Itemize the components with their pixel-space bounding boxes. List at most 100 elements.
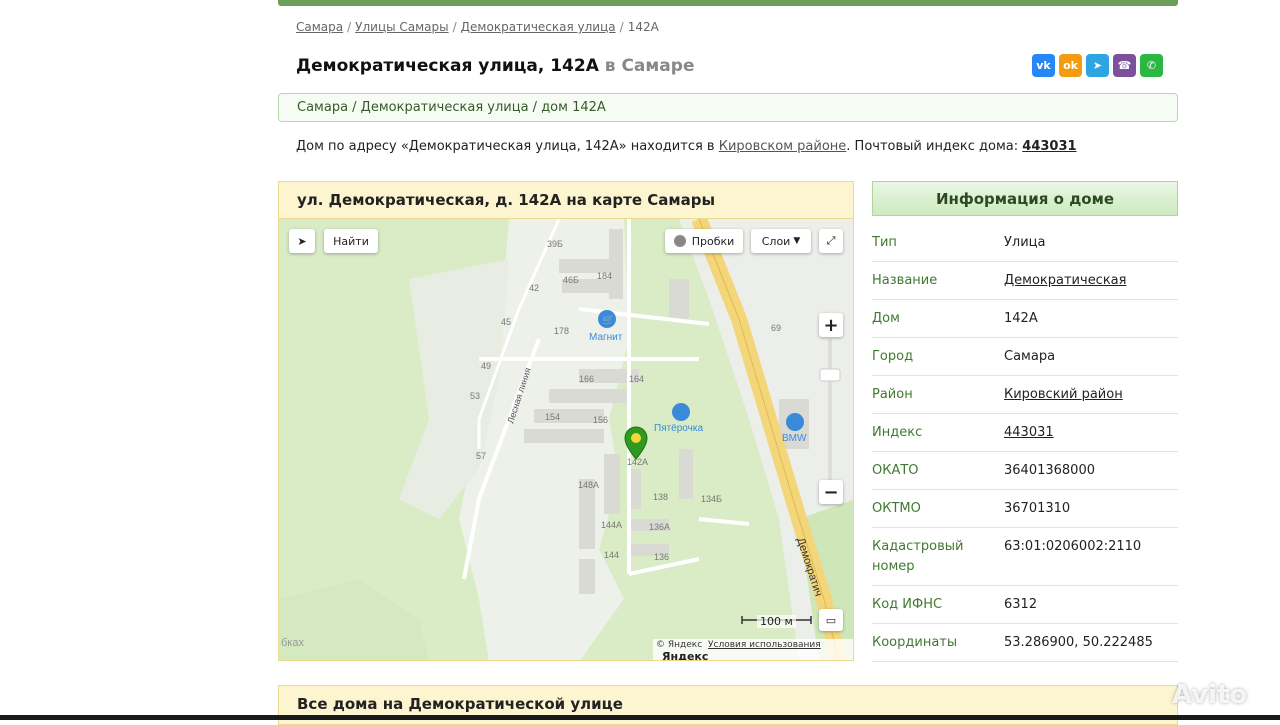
info-key: Кадастровый номер xyxy=(872,539,964,574)
ok-share-button[interactable]: ok xyxy=(1059,54,1082,77)
house-number: 46Б xyxy=(563,275,579,285)
basket-icon: 🛒 xyxy=(602,313,614,326)
shop-icon[interactable] xyxy=(672,403,690,421)
whatsapp-share-button[interactable]: ✆ xyxy=(1140,54,1163,77)
house-number: 136 xyxy=(654,552,669,562)
info-key: Индекс xyxy=(872,425,923,440)
info-key: Координаты xyxy=(872,635,958,650)
address-path-text: Самара / Демократическая улица / дом 142… xyxy=(297,100,606,115)
house-number: 45 xyxy=(501,317,511,327)
address-path-box: Самара / Демократическая улица / дом 142… xyxy=(278,93,1178,122)
info-value: 36401368000 xyxy=(1004,463,1095,478)
building xyxy=(579,559,595,594)
info-row-type: Тип Улица xyxy=(872,224,1178,262)
info-row-house: Дом 142А xyxy=(872,300,1178,338)
vk-share-button[interactable]: vk xyxy=(1032,54,1055,77)
street-name-link[interactable]: Демократическая xyxy=(1004,271,1178,291)
building xyxy=(609,229,623,299)
house-number: 156 xyxy=(593,415,608,425)
zoom-slider-thumb[interactable] xyxy=(819,368,841,382)
page-title-address: Демократическая улица, 142А xyxy=(296,56,599,76)
breadcrumb-link-samara[interactable]: Самара xyxy=(296,20,343,34)
terms-link[interactable]: Условия использования xyxy=(708,640,821,650)
house-number: 166 xyxy=(579,374,594,384)
house-info-table: Тип Улица Название Демократическая Дом 142А… xyxy=(872,224,1178,662)
info-key: Код ИФНС xyxy=(872,597,943,612)
info-value: 53.286900, 50.222485 xyxy=(1004,635,1153,650)
find-button[interactable]: Найти xyxy=(324,229,378,253)
car-service-icon[interactable] xyxy=(786,413,804,431)
info-row-coordinates: Координаты 53.286900, 50.222485 xyxy=(872,624,1178,662)
info-value: 36701310 xyxy=(1004,501,1071,516)
avito-watermark: Avito xyxy=(1172,680,1248,710)
district-link[interactable]: Кировском районе xyxy=(719,139,847,154)
top-accent-bar xyxy=(278,0,1178,6)
district-info-link[interactable]: Кировский район xyxy=(1004,385,1178,405)
expand-icon: ⤢ xyxy=(826,234,836,247)
traffic-button[interactable]: Пробки xyxy=(665,229,743,253)
map-canvas: 39Б 46Б 42 184 45 178 69 49 166 164 53 1… xyxy=(279,219,853,660)
ruler-button[interactable]: ▭ xyxy=(819,609,843,631)
description-text-start: Дом по адресу «Демократическая улица, 14… xyxy=(296,139,719,154)
info-value: 63:01:0206002:2110 xyxy=(1004,539,1142,554)
info-row-ifns: Код ИФНС 6312 xyxy=(872,586,1178,624)
info-key: ОКТМО xyxy=(872,501,921,516)
building xyxy=(549,389,629,403)
viber-share-button[interactable]: ☎ xyxy=(1113,54,1136,77)
zoom-in-button[interactable]: + xyxy=(819,313,843,337)
building xyxy=(604,454,620,514)
info-row-index: Индекс 443031 xyxy=(872,414,1178,452)
house-number: 178 xyxy=(554,326,569,336)
street-label-partial: бках xyxy=(281,637,304,649)
postal-index-link[interactable]: 443031 xyxy=(1022,139,1076,154)
page-title-city: в Самаре xyxy=(604,56,695,76)
building xyxy=(669,279,689,319)
zoom-out-button[interactable]: − xyxy=(819,480,843,504)
geolocation-button[interactable]: ➤ xyxy=(289,229,315,253)
copyright-text: © Яндекс xyxy=(656,640,703,650)
breadcrumb-separator: / xyxy=(619,20,624,34)
breadcrumb-separator: / xyxy=(347,20,352,34)
yandex-logo[interactable]: Яндекс xyxy=(662,650,708,660)
telegram-share-button[interactable]: ➤ xyxy=(1086,54,1109,77)
info-key: Дом xyxy=(872,311,900,326)
chevron-down-icon: ▼ xyxy=(793,236,801,246)
breadcrumb-link-street[interactable]: Демократическая улица xyxy=(461,20,616,34)
house-number: 134Б xyxy=(701,494,722,504)
info-key: Город xyxy=(872,349,914,364)
page-title: Демократическая улица, 142А в Самаре xyxy=(296,56,694,76)
zoom-slider-track[interactable] xyxy=(828,339,832,489)
navigation-arrow-icon: ➤ xyxy=(297,234,307,248)
house-number: 136А xyxy=(649,522,670,532)
house-number: 154 xyxy=(545,412,560,422)
house-number: 69 xyxy=(771,323,781,333)
breadcrumb-link-streets[interactable]: Улицы Самары xyxy=(355,20,448,34)
house-number: 144 xyxy=(604,550,619,560)
all-houses-title: Все дома на Демократической улице xyxy=(297,695,623,713)
house-number: 164 xyxy=(629,374,644,384)
info-row-okato: ОКАТО 36401368000 xyxy=(872,452,1178,490)
house-number: 138 xyxy=(653,492,668,502)
house-number: 42 xyxy=(529,283,539,293)
yandex-map[interactable]: 39Б 46Б 42 184 45 178 69 49 166 164 53 1… xyxy=(278,218,854,661)
info-value: 142А xyxy=(1004,311,1038,326)
map-section-title: ул. Демократическая, д. 142А на карте Са… xyxy=(297,191,716,209)
poi-label-magnit: Магнит xyxy=(589,332,623,343)
map-copyright: © Яндекс Условия использования Яндекс xyxy=(653,639,853,660)
house-number: 57 xyxy=(476,451,486,461)
fullscreen-button[interactable]: ⤢ xyxy=(819,229,843,253)
layers-button-label: Слои xyxy=(761,234,791,248)
info-key: Название xyxy=(872,273,938,288)
description-text-middle: . Почтовый индекс дома: xyxy=(846,139,1023,154)
scale-label: 100 м xyxy=(757,615,796,628)
house-number: 184 xyxy=(597,271,612,281)
ruler-icon: ▭ xyxy=(825,613,837,627)
breadcrumb: Самара / Улицы Самары / Демократическая улиц… xyxy=(296,20,659,34)
index-info-link[interactable]: 443031 xyxy=(1004,423,1178,443)
info-row-city: Город Самара xyxy=(872,338,1178,376)
info-key: Район xyxy=(872,387,913,402)
breadcrumb-current: 142А xyxy=(627,20,659,34)
layers-button[interactable]: Слои ▼ xyxy=(751,229,811,253)
traffic-icon xyxy=(673,235,686,247)
house-number: 49 xyxy=(481,361,491,371)
